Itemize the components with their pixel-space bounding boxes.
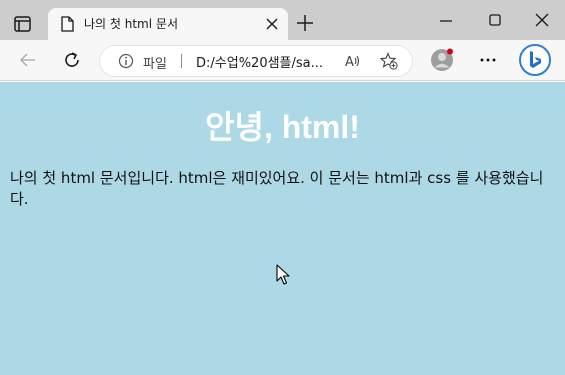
browser-toolbar: 파일 D:/수업%20샘플/sa... A — [0, 40, 565, 81]
window-close-icon[interactable] — [534, 12, 550, 28]
svg-text:A: A — [345, 55, 354, 70]
back-arrow-icon[interactable] — [18, 50, 38, 70]
add-favorite-icon[interactable] — [379, 52, 398, 70]
mouse-cursor-icon — [276, 264, 290, 286]
refresh-icon[interactable] — [62, 50, 82, 70]
maximize-icon[interactable] — [487, 12, 503, 28]
page-heading: 안녕, html! — [205, 109, 360, 145]
new-tab-button[interactable] — [296, 14, 314, 32]
close-icon[interactable] — [264, 16, 280, 32]
tab-title: 나의 첫 html 문서 — [84, 17, 178, 31]
page-paragraph: 나의 첫 html 문서입니다. html은 재미있어요. 이 문서는 html… — [10, 169, 544, 208]
bing-copilot-icon[interactable] — [519, 44, 551, 76]
page-viewport: 안녕, html! 나의 첫 html 문서입니다. html은 재미있어요. … — [0, 82, 565, 375]
more-icon[interactable] — [478, 50, 498, 70]
read-aloud-icon[interactable]: A — [344, 52, 362, 70]
site-info-label[interactable]: 파일 — [143, 53, 167, 72]
tab-actions-icon[interactable] — [12, 14, 34, 36]
browser-tab[interactable]: 나의 첫 html 문서 — [48, 8, 288, 40]
info-icon[interactable] — [118, 53, 134, 69]
tab-strip: 나의 첫 html 문서 — [0, 0, 565, 40]
page-icon — [60, 16, 74, 32]
address-bar[interactable]: 파일 D:/수업%20샘플/sa... A — [100, 46, 412, 76]
profile-icon[interactable] — [430, 48, 454, 72]
url-text[interactable]: D:/수업%20샘플/sa... — [196, 52, 323, 71]
address-separator — [181, 54, 182, 68]
plus-icon — [297, 15, 313, 31]
minimize-icon[interactable] — [438, 12, 454, 28]
